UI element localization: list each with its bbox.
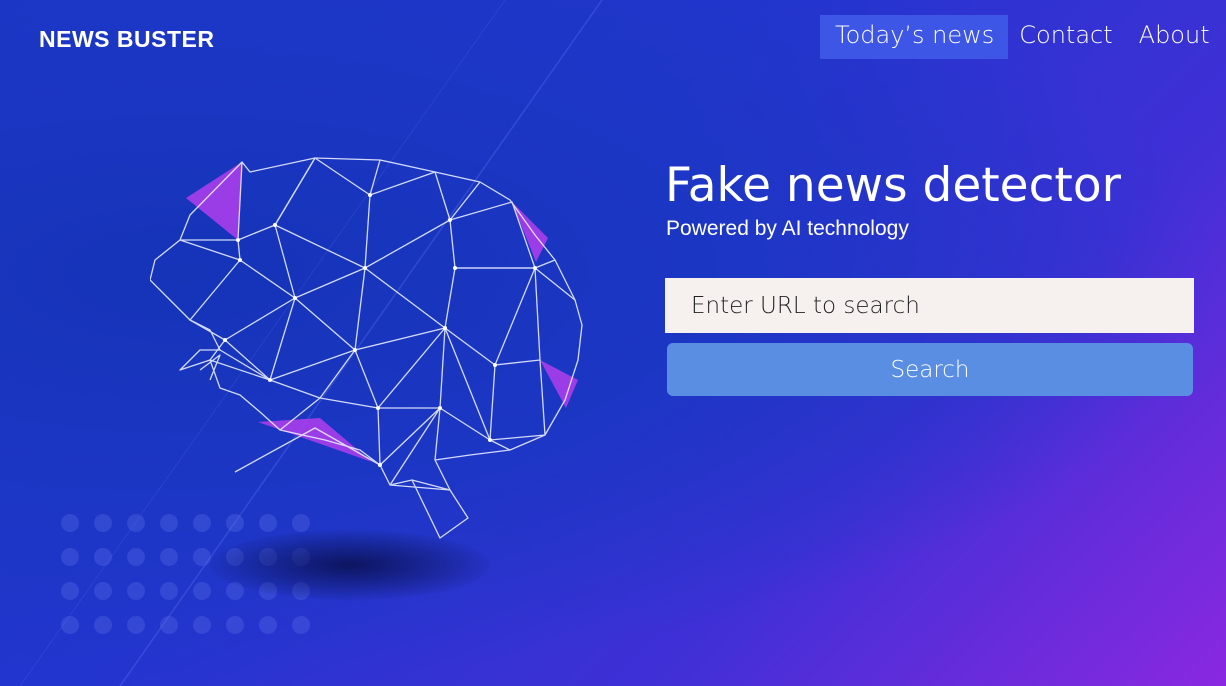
search-button[interactable]: Search	[667, 343, 1193, 396]
polygonal-brain-icon	[149, 150, 590, 550]
nav-item-about[interactable]: About	[1124, 15, 1221, 59]
nav-item-contact[interactable]: Contact	[1008, 15, 1123, 59]
page-subtitle: Powered by AI technology	[666, 217, 909, 240]
nav-item-todays-news[interactable]: Today’s news	[820, 15, 1009, 59]
top-nav: Today’s news Contact About	[820, 15, 1221, 59]
page-title: Fake news detector	[665, 158, 1121, 213]
brand-logo[interactable]: NEWS BUSTER	[39, 26, 214, 53]
url-search-input[interactable]	[665, 278, 1194, 333]
landing-page: NEWS BUSTER Today’s news Contact About F…	[0, 0, 1226, 686]
